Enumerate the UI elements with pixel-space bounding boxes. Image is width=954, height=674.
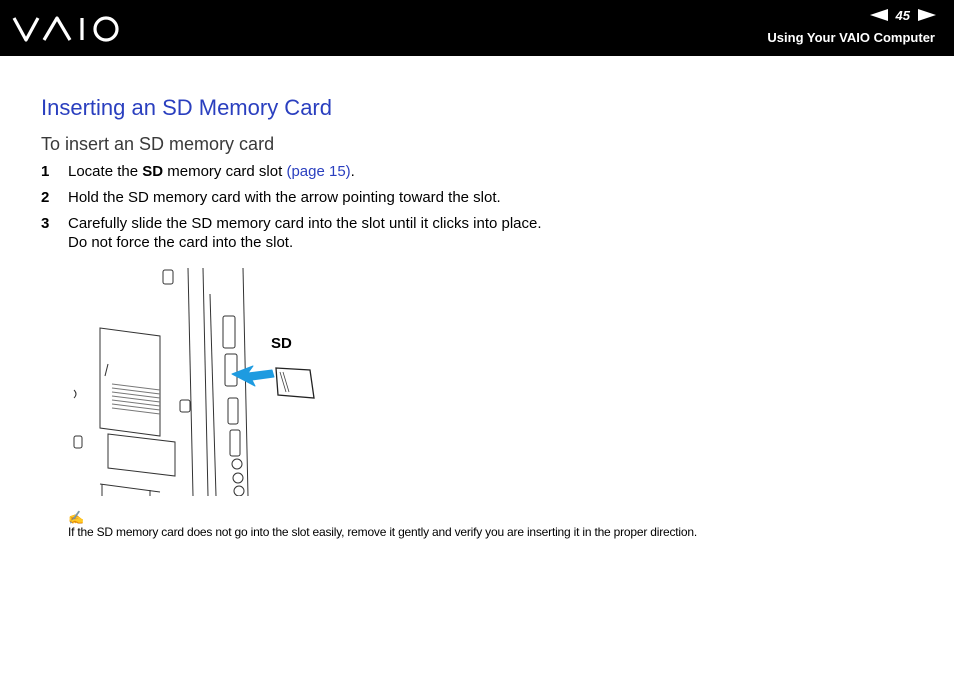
vaio-logo bbox=[12, 16, 119, 42]
sd-slot-label: SD bbox=[271, 335, 292, 352]
section-title: Using Your VAIO Computer bbox=[767, 30, 935, 45]
step-text-part: memory card slot bbox=[163, 163, 287, 180]
step-number: 1 bbox=[41, 163, 50, 180]
note-text: If the SD memory card does not go into t… bbox=[68, 525, 697, 539]
sd-bold-label: SD bbox=[142, 163, 164, 180]
page-15-link[interactable]: (page 15) bbox=[286, 163, 350, 180]
step-text-continued: Do not force the card into the slot. bbox=[68, 234, 294, 251]
step-text: Carefully slide the SD memory card into … bbox=[68, 215, 542, 232]
step-text-part: . bbox=[350, 163, 355, 180]
step-text-part: Locate the bbox=[68, 163, 143, 180]
pencil-note-icon: ✍ bbox=[68, 510, 85, 525]
page-number: 45 bbox=[895, 7, 910, 23]
step-number: 2 bbox=[41, 189, 50, 206]
previous-page-arrow-icon[interactable] bbox=[869, 9, 888, 21]
procedure-subtitle: To insert an SD memory card bbox=[41, 134, 275, 154]
step-text: Hold the SD memory card with the arrow p… bbox=[68, 189, 501, 206]
step-number: 3 bbox=[41, 215, 50, 232]
sd-slot-illustration: SD bbox=[73, 267, 315, 496]
next-page-arrow-icon[interactable] bbox=[918, 9, 936, 21]
page-title: Inserting an SD Memory Card bbox=[41, 95, 332, 120]
step-text: Locate the SD memory card slot (page 15)… bbox=[68, 162, 355, 181]
page-navigation: 45 bbox=[869, 6, 936, 24]
header-bar: 45 Using Your VAIO Computer bbox=[0, 0, 954, 56]
